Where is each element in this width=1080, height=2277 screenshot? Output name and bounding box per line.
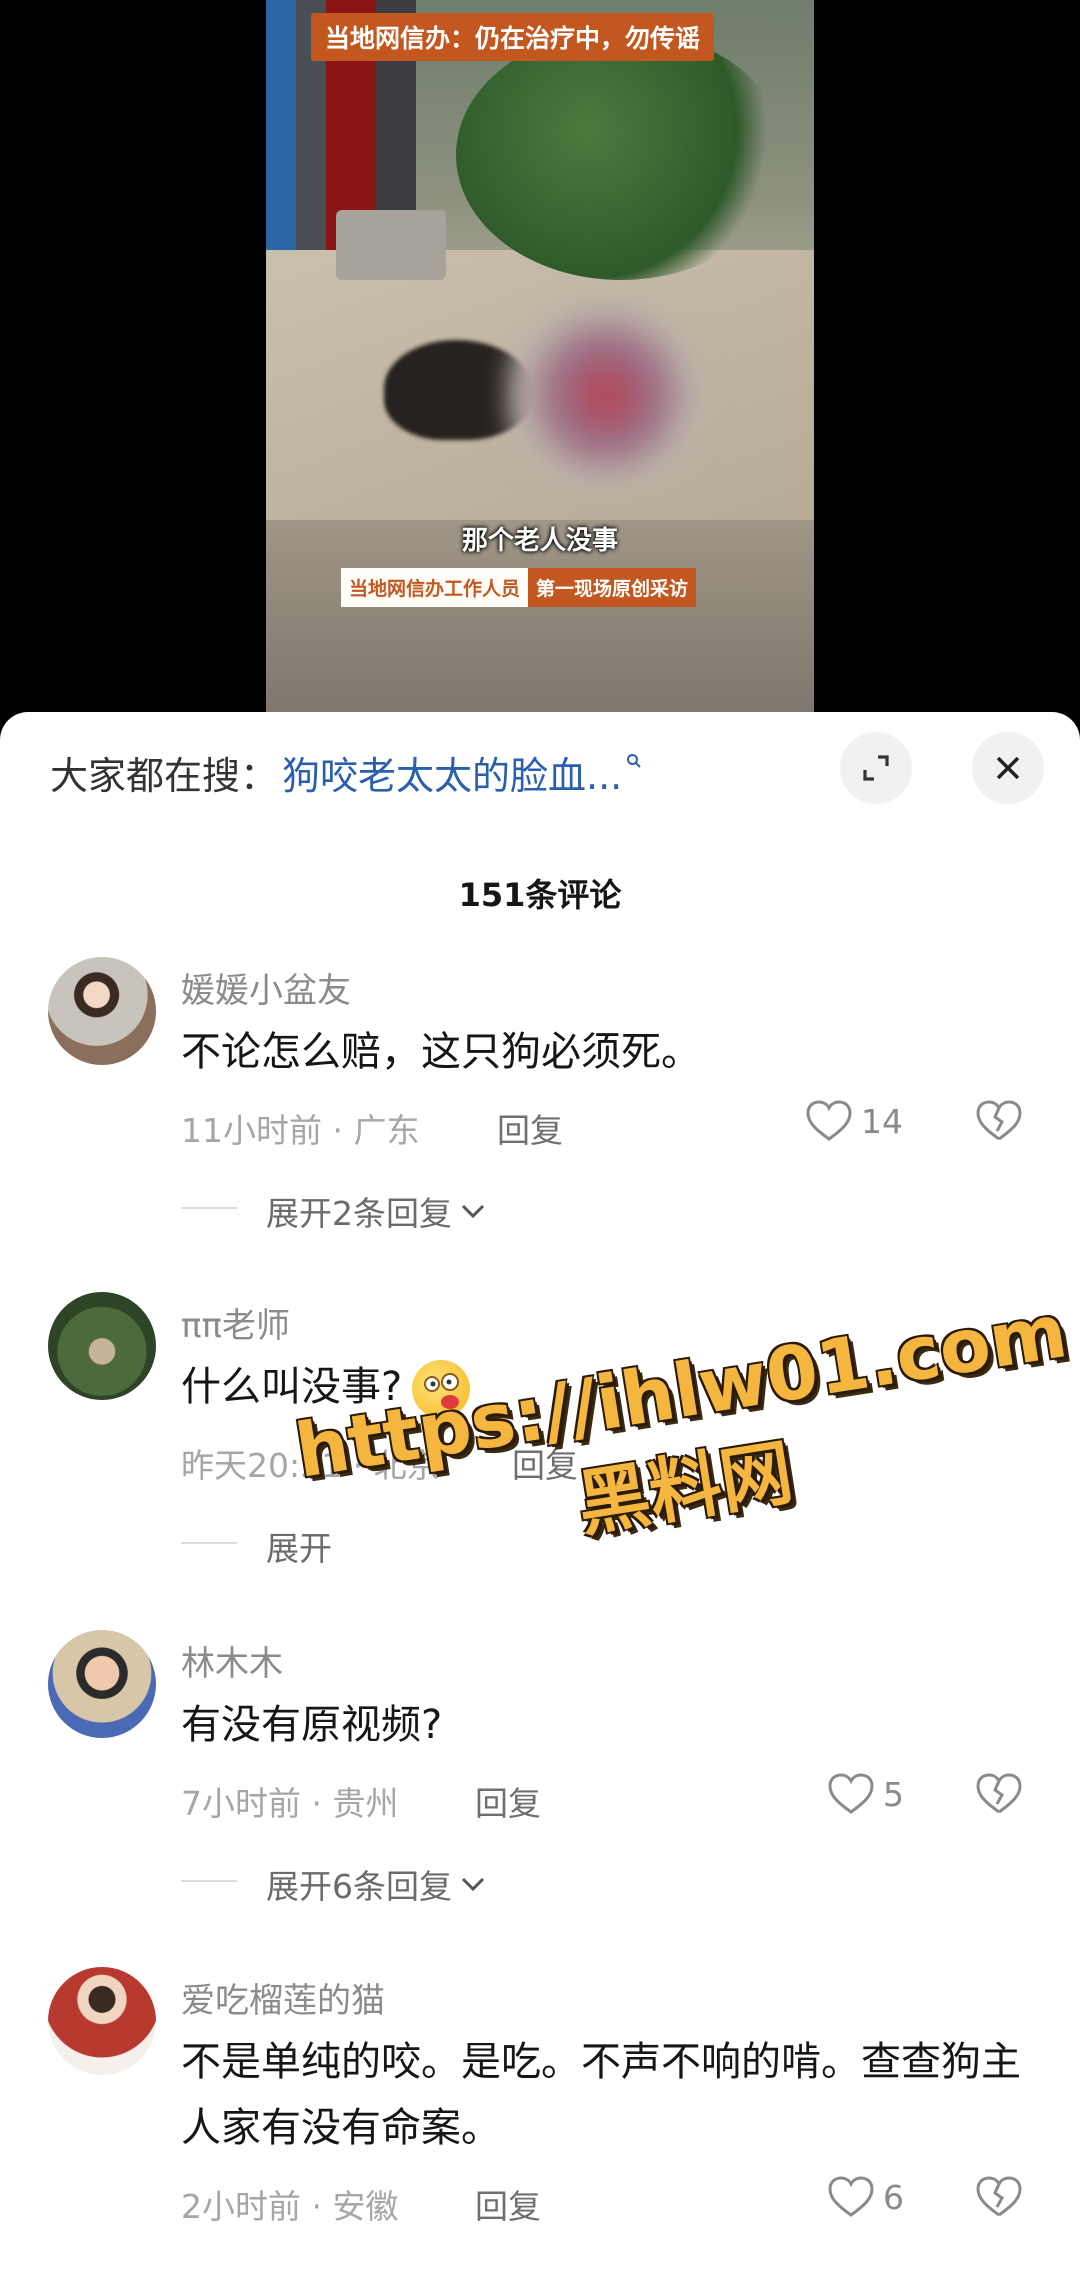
like-count: 6 [883, 2177, 904, 2217]
expand-button[interactable] [840, 732, 912, 804]
comment-username[interactable]: ππ老师 [181, 1298, 290, 1347]
video-scene-step [336, 210, 446, 280]
comment-username[interactable]: 媛媛小盆友 [181, 963, 351, 1012]
comment-text: 什么叫没事? [181, 1354, 1021, 1420]
reply-button[interactable]: 回复 [512, 1439, 578, 1487]
reply-button[interactable]: 回复 [497, 1104, 563, 1152]
avatar[interactable] [48, 1630, 156, 1738]
expand-divider [181, 1542, 237, 1544]
comment-text: 不论怎么赔，这只狗必须死。 [181, 1029, 701, 1075]
chevron-down-icon [461, 1877, 485, 1892]
expand-replies-label: 展开2条回复 [266, 1194, 452, 1233]
video-subtitle: 那个老人没事 [461, 526, 618, 556]
reply-button[interactable]: 回复 [475, 2180, 541, 2228]
video-player[interactable]: 当地网信办：仍在治疗中，勿传谣 那个老人没事 当地网信办工作人员 第一现场原创采… [0, 0, 1080, 712]
trending-search-prefix: 大家都在搜： [50, 753, 279, 798]
avatar[interactable] [48, 1292, 156, 1400]
comment-username[interactable]: 爱吃榴莲的猫 [181, 1973, 385, 2022]
expand-replies-label: 展开6条回复 [266, 1867, 452, 1906]
comment-text: 有没有原视频? [181, 1702, 443, 1748]
expand-replies-label: 展开 [266, 1529, 332, 1568]
heart-icon [828, 2176, 874, 2217]
comment-text: 不是单纯的咬。是吃。不声不响的啃。查查狗主人家有没有命案。 [181, 2039, 1021, 2151]
comment-count: 151条评论 [458, 876, 622, 914]
video-scene-bush [456, 30, 786, 280]
chevron-down-icon [461, 1204, 485, 1219]
like-count: 5 [883, 1774, 904, 1814]
like-button[interactable]: 5 [827, 1772, 904, 1816]
like-button[interactable]: 14 [805, 1099, 903, 1143]
avatar[interactable] [48, 957, 156, 1065]
comment-username[interactable]: 林木木 [181, 1636, 283, 1685]
trending-search-link[interactable]: 狗咬老太太的脸血... [282, 745, 622, 800]
dislike-button[interactable] [975, 1099, 1023, 1147]
dislike-button[interactable] [975, 1772, 1023, 1820]
broken-heart-icon [976, 1100, 1022, 1141]
video-frame[interactable]: 当地网信办：仍在治疗中，勿传谣 那个老人没事 当地网信办工作人员 第一现场原创采… [266, 0, 814, 712]
comment-meta: 2小时前 · 安徽 [181, 2187, 399, 2226]
expand-replies[interactable]: 展开6条回复 [181, 1860, 488, 1908]
expand-replies[interactable]: 展开2条回复 [181, 1187, 488, 1235]
source-tag-left: 当地网信办工作人员 [341, 568, 529, 607]
close-icon [996, 756, 1020, 780]
avatar[interactable] [48, 1967, 156, 2075]
comment-meta: 11小时前 · 广东 [181, 1111, 420, 1150]
trending-search[interactable]: 大家都在搜： 狗咬老太太的脸血... [50, 742, 642, 802]
heart-icon [828, 1773, 874, 1814]
dizzy-face-emoji-icon [412, 1360, 471, 1418]
expand-replies[interactable]: 展开 [181, 1522, 332, 1570]
like-count: 14 [861, 1101, 903, 1141]
expand-divider [181, 1880, 237, 1882]
comment-meta: 昨天20:51 · 北京 [181, 1446, 440, 1485]
source-tag-right: 第一现场原创采访 [528, 568, 697, 607]
reply-button[interactable]: 回复 [475, 1777, 541, 1825]
video-scene-blurred-area [506, 300, 706, 490]
close-button[interactable] [972, 732, 1044, 804]
broken-heart-icon [976, 1773, 1022, 1814]
video-source-tags: 当地网信办工作人员 第一现场原创采访 [341, 568, 697, 607]
comments-sheet: 大家都在搜： 狗咬老太太的脸血... 151条评论 媛媛小盆友 不论怎么赔，这只… [0, 712, 1080, 2277]
expand-icon [863, 755, 889, 781]
dislike-button[interactable] [975, 2175, 1023, 2223]
comment-meta: 7小时前 · 贵州 [181, 1784, 399, 1823]
expand-divider [181, 1207, 237, 1209]
like-button[interactable]: 6 [827, 2175, 904, 2219]
video-banner: 当地网信办：仍在治疗中，勿传谣 [311, 13, 715, 61]
heart-icon [806, 1100, 852, 1141]
broken-heart-icon [976, 2176, 1022, 2217]
search-icon [626, 750, 642, 775]
comment-text-content: 什么叫没事? [181, 1364, 403, 1410]
